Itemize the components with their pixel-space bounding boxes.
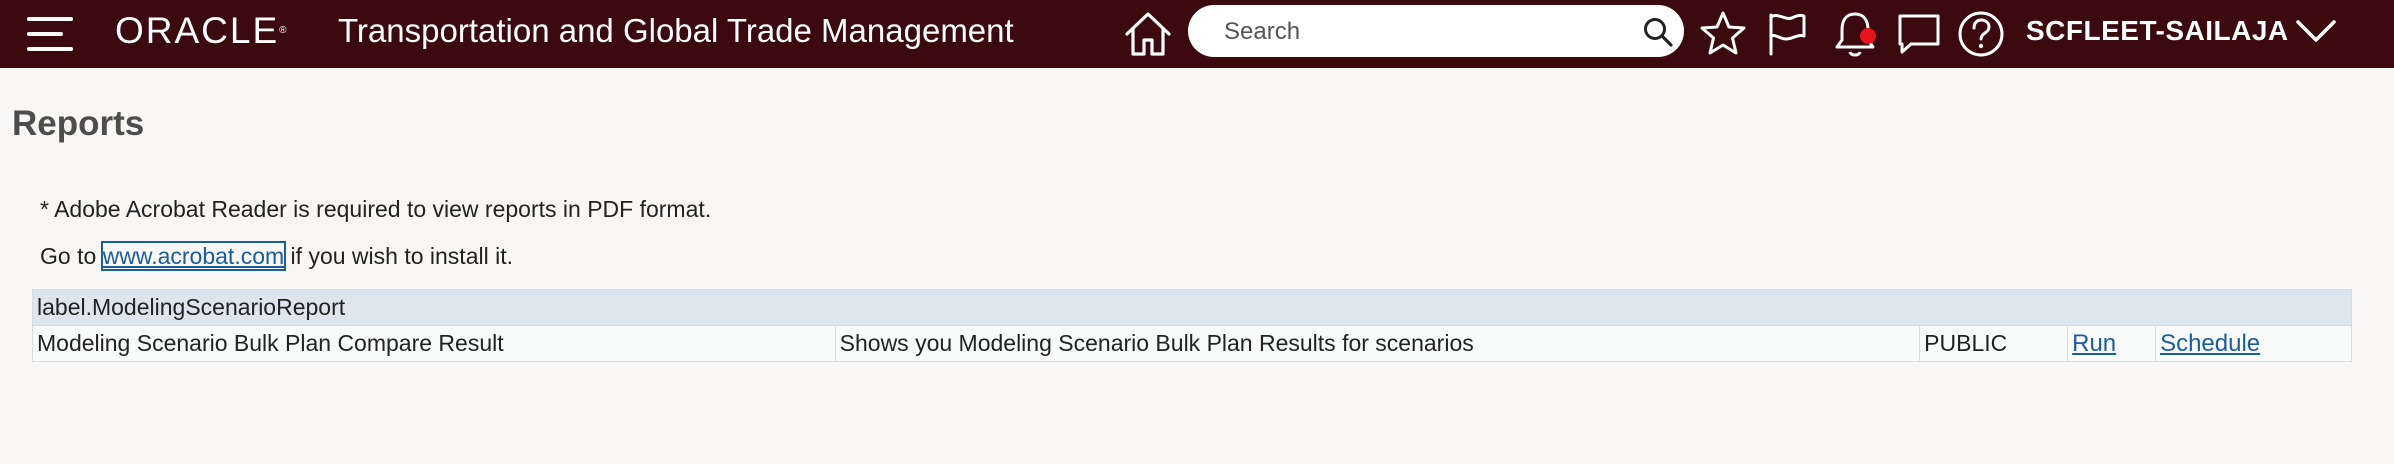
schedule-cell: Schedule xyxy=(2155,325,2352,362)
report-group-header: label.ModelingScenarioReport xyxy=(32,289,2352,326)
app-title: Transportation and Global Trade Manageme… xyxy=(338,12,1014,49)
search-icon[interactable] xyxy=(1642,16,1674,48)
goto-suffix: if you wish to install it. xyxy=(284,243,513,269)
user-menu-name[interactable]: SCFLEET-SAILAJA xyxy=(2026,14,2289,48)
bell-icon[interactable] xyxy=(1830,8,1880,60)
goto-prefix: Go to xyxy=(40,243,103,269)
chevron-down-icon[interactable] xyxy=(2292,14,2340,48)
table-row: Modeling Scenario Bulk Plan Compare Resu… xyxy=(32,325,2352,362)
report-visibility: PUBLIC xyxy=(1919,325,2069,362)
run-link[interactable]: Run xyxy=(2072,330,2116,357)
reports-table: label.ModelingScenarioReport Modeling Sc… xyxy=(32,289,2352,362)
global-header: ORACLE® Transportation and Global Trade … xyxy=(0,0,2394,68)
schedule-link[interactable]: Schedule xyxy=(2160,330,2260,357)
hamburger-menu-icon[interactable] xyxy=(27,15,73,53)
chat-icon[interactable] xyxy=(1894,8,1944,60)
acrobat-install-text: Go to www.acrobat.com if you wish to ins… xyxy=(40,241,513,271)
acrobat-note: * Adobe Acrobat Reader is required to vi… xyxy=(40,196,712,222)
oracle-logo: ORACLE® xyxy=(115,10,287,51)
report-name: Modeling Scenario Bulk Plan Compare Resu… xyxy=(32,325,836,362)
help-icon[interactable] xyxy=(1956,8,2006,60)
report-group-label: label.ModelingScenarioReport xyxy=(32,289,2352,326)
run-cell: Run xyxy=(2067,325,2157,362)
home-icon[interactable] xyxy=(1122,8,1174,60)
search-box xyxy=(1188,5,1684,57)
acrobat-link[interactable]: www.acrobat.com xyxy=(100,241,287,271)
page-title: Reports xyxy=(12,104,145,143)
flag-icon[interactable] xyxy=(1762,8,1812,60)
search-input[interactable] xyxy=(1222,14,1616,50)
report-description: Shows you Modeling Scenario Bulk Plan Re… xyxy=(834,325,1921,362)
star-icon[interactable] xyxy=(1698,8,1748,60)
